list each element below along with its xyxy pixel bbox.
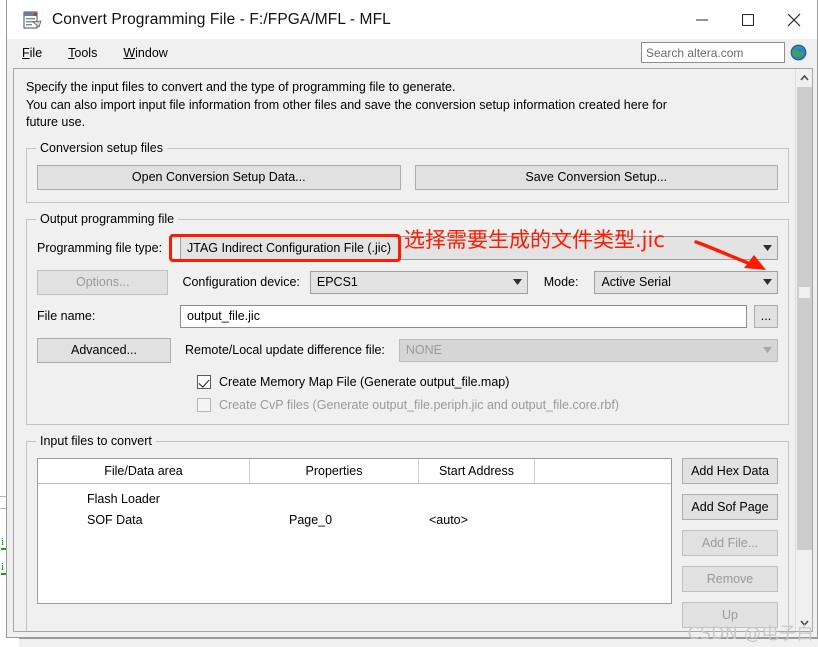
open-conversion-setup-button[interactable]: Open Conversion Setup Data... bbox=[37, 164, 401, 190]
backdrop-text-mark-2: i bbox=[1, 561, 11, 575]
conversion-setup-buttons: Open Conversion Setup Data... Save Conve… bbox=[37, 164, 778, 190]
intro-line-3: future use. bbox=[26, 115, 86, 129]
column-header-properties[interactable]: Properties bbox=[250, 458, 419, 483]
output-programming-file-group: Output programming file Programming file… bbox=[26, 211, 789, 425]
remove-button: Remove bbox=[682, 565, 778, 592]
remote-local-combo: NONE bbox=[398, 338, 778, 362]
options-button: Options... bbox=[37, 269, 169, 295]
window-controls bbox=[679, 0, 817, 39]
search-input[interactable] bbox=[641, 42, 785, 63]
configuration-device-combo[interactable]: EPCS1 bbox=[309, 270, 528, 294]
intro-text: Specify the input files to convert and t… bbox=[26, 79, 789, 132]
cvp-checkbox bbox=[197, 397, 211, 412]
output-programming-file-legend: Output programming file bbox=[36, 211, 179, 226]
dialog-client-area: Specify the input files to convert and t… bbox=[13, 68, 813, 632]
advanced-button-label: Advanced... bbox=[70, 343, 137, 357]
chevron-down-icon bbox=[758, 340, 777, 361]
input-files-body: Flash Loader SOF Data Page_0 <auto> bbox=[38, 484, 671, 531]
chevron-down-icon[interactable] bbox=[758, 237, 777, 259]
menu-bar: File Tools Window bbox=[7, 39, 817, 68]
input-files-header-row: File/Data area Properties Start Address bbox=[38, 458, 671, 484]
options-button-label: Options... bbox=[75, 275, 130, 289]
maximize-button[interactable] bbox=[725, 0, 771, 39]
add-file-button: Add File... bbox=[682, 529, 778, 556]
scrollbar-grip bbox=[799, 287, 810, 298]
close-button[interactable] bbox=[771, 0, 817, 39]
cell-file-data-area: Flash Loader bbox=[87, 492, 160, 506]
cvp-checkbox-row: Create CvP files (Generate output_file.p… bbox=[197, 397, 778, 412]
mode-combo[interactable]: Active Serial bbox=[594, 270, 778, 294]
column-header-file-data-area[interactable]: File/Data area bbox=[38, 458, 250, 483]
remote-local-label: Remote/Local update difference file: bbox=[185, 343, 385, 357]
menu-item-window[interactable]: Window bbox=[112, 43, 178, 64]
menu-item-tools[interactable]: Tools bbox=[57, 43, 108, 64]
menu-item-window-label: indow bbox=[135, 46, 168, 60]
mode-value: Active Serial bbox=[601, 275, 671, 289]
backdrop-text-mark-1: i bbox=[1, 536, 11, 550]
cell-file-data-area: SOF Data bbox=[87, 513, 143, 527]
dialog-content: Specify the input files to convert and t… bbox=[14, 69, 797, 631]
column-header-spacer bbox=[535, 459, 671, 483]
browse-file-button[interactable]: ... bbox=[754, 304, 778, 328]
vertical-scrollbar[interactable] bbox=[795, 69, 812, 631]
programming-file-type-combo[interactable]: JTAG Indirect Configuration File (.jic) bbox=[180, 235, 778, 260]
cvp-checkbox-label: Create CvP files (Generate output_file.p… bbox=[219, 397, 619, 412]
intro-line-1: Specify the input files to convert and t… bbox=[26, 80, 456, 94]
programming-file-type-label: Programming file type: bbox=[37, 240, 163, 255]
convert-file-icon bbox=[21, 9, 43, 31]
memory-map-checkbox[interactable] bbox=[197, 374, 211, 389]
table-row[interactable]: Flash Loader bbox=[38, 489, 671, 510]
menu-item-file-label: ile bbox=[29, 46, 43, 60]
watermark-text: CSDN @电子白 bbox=[687, 624, 814, 644]
menu-item-tools-label: ools bbox=[74, 46, 98, 60]
chevron-down-icon[interactable] bbox=[508, 272, 527, 293]
globe-icon[interactable] bbox=[790, 44, 807, 61]
chevron-down-icon[interactable] bbox=[758, 272, 777, 293]
add-sof-page-button[interactable]: Add Sof Page bbox=[682, 493, 778, 520]
menu-item-file[interactable]: File bbox=[11, 43, 53, 64]
intro-line-2: You can also import input file informati… bbox=[26, 97, 667, 112]
memory-map-checkbox-label: Create Memory Map File (Generate output_… bbox=[219, 374, 510, 389]
programming-file-type-value: JTAG Indirect Configuration File (.jic) bbox=[187, 240, 391, 255]
save-conversion-setup-button[interactable]: Save Conversion Setup... bbox=[414, 164, 778, 190]
remote-local-value: NONE bbox=[405, 343, 443, 357]
browse-file-label: ... bbox=[760, 309, 772, 323]
configuration-device-label: Configuration device: bbox=[182, 275, 300, 289]
column-header-start-address[interactable]: Start Address bbox=[419, 458, 535, 483]
memory-map-checkbox-row[interactable]: Create Memory Map File (Generate output_… bbox=[197, 374, 778, 389]
input-files-legend: Input files to convert bbox=[36, 433, 156, 448]
input-files-buttons: Add Hex Data Add Sof Page Add File... Re… bbox=[682, 457, 778, 628]
input-files-table[interactable]: File/Data area Properties Start Address … bbox=[37, 457, 672, 604]
conversion-setup-legend: Conversion setup files bbox=[36, 140, 167, 155]
cell-properties: Page_0 bbox=[289, 513, 333, 527]
configuration-device-row: Options... Configuration device: EPCS1 M… bbox=[37, 269, 778, 295]
convert-programming-file-window: Convert Programming File - F:/FPGA/MFL -… bbox=[6, 0, 818, 638]
configuration-device-value: EPCS1 bbox=[316, 275, 358, 289]
window-title: Convert Programming File - F:/FPGA/MFL -… bbox=[52, 10, 391, 28]
search-area bbox=[641, 42, 807, 63]
advanced-button[interactable]: Advanced... bbox=[37, 337, 171, 363]
scrollbar-thumb[interactable] bbox=[797, 87, 812, 550]
minimize-button[interactable] bbox=[679, 0, 725, 39]
file-name-value: output_file.jic bbox=[187, 309, 260, 323]
input-files-group: Input files to convert File/Data area Pr… bbox=[26, 433, 789, 631]
file-name-input[interactable]: output_file.jic bbox=[180, 304, 747, 328]
cell-start-address: <auto> bbox=[429, 513, 468, 527]
title-bar[interactable]: Convert Programming File - F:/FPGA/MFL -… bbox=[7, 0, 817, 39]
programming-file-type-row: Programming file type: JTAG Indirect Con… bbox=[37, 235, 778, 260]
conversion-setup-group: Conversion setup files Open Conversion S… bbox=[26, 140, 789, 203]
input-files-area: File/Data area Properties Start Address … bbox=[37, 457, 778, 628]
file-name-label: File name: bbox=[37, 309, 96, 323]
table-row[interactable]: SOF Data Page_0 <auto> bbox=[38, 510, 671, 531]
scroll-up-button[interactable] bbox=[796, 69, 812, 86]
add-hex-data-button[interactable]: Add Hex Data bbox=[682, 457, 778, 484]
remote-local-row: Advanced... Remote/Local update differen… bbox=[37, 337, 778, 363]
file-name-row: File name: output_file.jic ... bbox=[37, 304, 778, 328]
mode-label: Mode: bbox=[543, 275, 579, 289]
